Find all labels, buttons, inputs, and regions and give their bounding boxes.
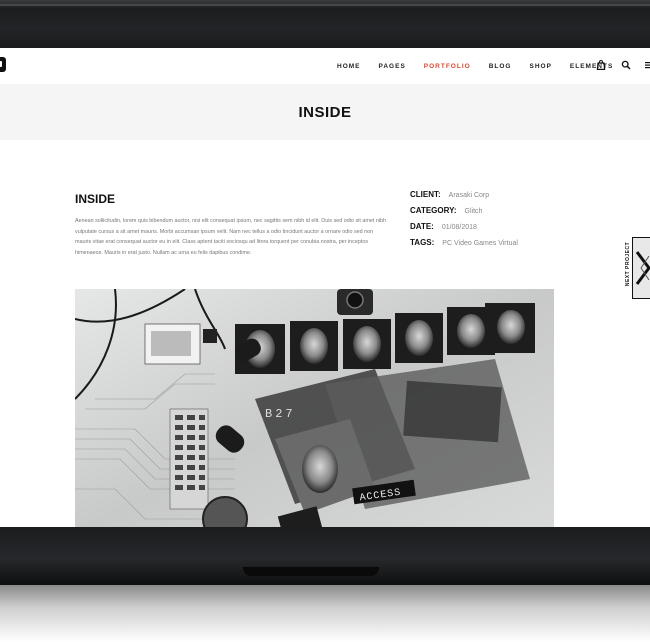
logo-icon[interactable] [0, 57, 6, 72]
meta-date: DATE: 01/08/2018 [410, 222, 518, 238]
meta-key: CATEGORY: [410, 206, 457, 215]
device-shadow [0, 585, 650, 642]
nav-blog[interactable]: BLOG [489, 63, 512, 70]
meta-category: CATEGORY: Glitch [410, 206, 518, 222]
device-bezel-bottom [0, 527, 650, 585]
meta-client: CLIENT: Arasaki Corp [410, 190, 518, 206]
nav-pages[interactable]: PAGES [379, 63, 406, 70]
nav-portfolio[interactable]: PORTFOLIO [424, 63, 471, 70]
meta-key: DATE: [410, 222, 434, 231]
meta-value: Arasaki Corp [448, 192, 490, 199]
next-project-label: NEXT PROJECT [625, 241, 632, 287]
next-project-link[interactable]: NEXT PROJECT [616, 237, 650, 299]
project-meta: CLIENT: Arasaki Corp CATEGORY: Glitch DA… [410, 190, 518, 254]
menu-icon[interactable] [645, 60, 650, 70]
meta-key: CLIENT: [410, 190, 441, 199]
bag-icon[interactable] [596, 60, 606, 70]
meta-value[interactable]: PC Video Games Virtual [442, 240, 518, 247]
meta-tags: TAGS: PC Video Games Virtual [410, 238, 518, 254]
page-title-bar: INSIDE [0, 84, 650, 140]
portfolio-content: INSIDE Aenean sollicitudin, lorem quis b… [0, 140, 650, 527]
page-title: INSIDE [298, 103, 352, 121]
main-menu: HOME PAGES PORTFOLIO BLOG SHOP ELEMENTS [337, 48, 631, 84]
nav-shop[interactable]: SHOP [529, 63, 551, 70]
project-description: Aenean sollicitudin, lorem quis bibendum… [75, 218, 387, 256]
browser-screen: HOME PAGES PORTFOLIO BLOG SHOP ELEMENTS … [0, 48, 650, 527]
hero-screen-text: B27 [265, 407, 296, 421]
meta-value[interactable]: Glitch [465, 208, 483, 215]
top-navigation: HOME PAGES PORTFOLIO BLOG SHOP ELEMENTS [0, 48, 650, 84]
project-hero-image: B27 ACCESS [75, 289, 554, 527]
nav-home[interactable]: HOME [337, 63, 361, 70]
search-icon[interactable] [621, 60, 631, 70]
device-notch [243, 567, 379, 576]
meta-key: TAGS: [410, 238, 435, 247]
next-project-thumbnail[interactable] [632, 237, 650, 299]
meta-value: 01/08/2018 [441, 224, 477, 231]
device-bezel-top [0, 0, 650, 48]
project-title: INSIDE [75, 192, 116, 206]
nav-elements[interactable]: ELEMENTS [570, 63, 613, 70]
